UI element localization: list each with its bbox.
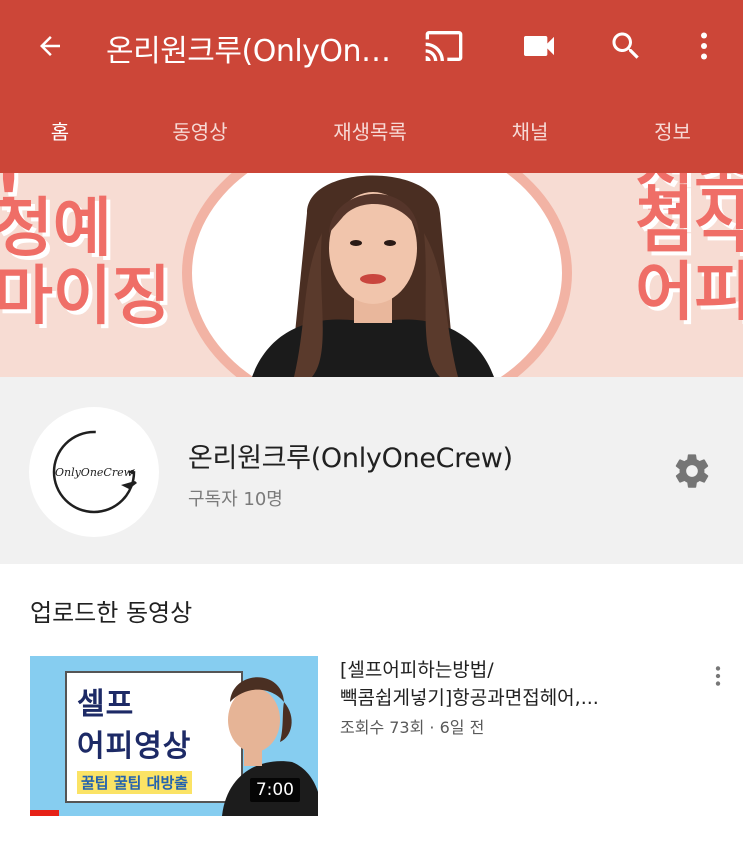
video-meta: 조회수 73회 · 6일 전: [340, 718, 485, 737]
video-list-item[interactable]: 셀프 어피영상 꿀팁 꿀팁 대방출 7:00 [셀프어피하는방법/ 빽콤쉽게넣기…: [0, 656, 743, 818]
more-vert-icon: [701, 32, 707, 60]
channel-name: 온리원크루(OnlyOneCrew): [188, 443, 513, 474]
channel-banner: ! 정예 마이징 접속 첨삭 어피: [0, 173, 743, 377]
back-button[interactable]: [28, 24, 72, 68]
tab-playlists[interactable]: 재생목록: [320, 116, 420, 145]
banner-person-image: [252, 175, 494, 377]
video-thumbnail[interactable]: 셀프 어피영상 꿀팁 꿀팁 대방출 7:00: [30, 656, 318, 816]
video-title-line-1: [셀프어피하는방법/: [340, 659, 494, 681]
tab-about[interactable]: 정보: [645, 116, 700, 145]
channel-tabs: 홈 동영상 재생목록 채널 정보: [0, 92, 743, 173]
video-duration-badge: 7:00: [249, 778, 300, 802]
thumbnail-text-1: 셀프: [77, 687, 135, 722]
watch-progress-bar: [30, 810, 318, 816]
more-options-button[interactable]: [680, 22, 728, 70]
uploads-section-title: 업로드한 동영상: [30, 599, 193, 627]
search-icon: [612, 32, 639, 59]
channel-title: 온리원크루(OnlyOneCrew): [106, 34, 396, 69]
channel-settings-button[interactable]: [670, 449, 714, 493]
upload-video-button[interactable]: [515, 22, 563, 70]
thumbnail-text-2: 어피영상: [77, 729, 192, 764]
video-title-line-2: 빽콤쉽게넣기]항공과면접헤어,...: [340, 687, 599, 709]
video-more-button[interactable]: [704, 658, 732, 694]
tab-channels[interactable]: 채널: [505, 116, 555, 145]
cast-icon: [425, 31, 463, 61]
banner-right-text: 접속 첨삭 어피: [635, 173, 743, 330]
channel-header: OnlyOneCrew 온리원크루(OnlyOneCrew) 구독자 10명: [0, 377, 743, 564]
gear-icon: [675, 454, 709, 488]
banner-left-text: ! 정예 마이징: [0, 173, 171, 334]
app-bar: 온리원크루(OnlyOneCrew): [0, 0, 743, 92]
channel-logo-text: OnlyOneCrew: [54, 465, 134, 479]
arrow-back-icon: [40, 36, 60, 56]
video-camera-icon: [524, 36, 554, 56]
thumbnail-text-3: 꿀팁 꿀팁 대방출: [77, 771, 193, 794]
tab-home[interactable]: 홈: [40, 116, 80, 145]
video-title[interactable]: [셀프어피하는방법/ 빽콤쉽게넣기]항공과면접헤어,...: [340, 656, 680, 712]
channel-avatar[interactable]: OnlyOneCrew: [29, 407, 159, 537]
search-button[interactable]: [602, 22, 650, 70]
cast-button[interactable]: [420, 22, 468, 70]
tab-videos[interactable]: 동영상: [160, 116, 240, 145]
watch-progress-fill: [30, 810, 59, 816]
more-vert-icon: [715, 666, 721, 686]
subscriber-count: 구독자 10명: [188, 489, 283, 510]
